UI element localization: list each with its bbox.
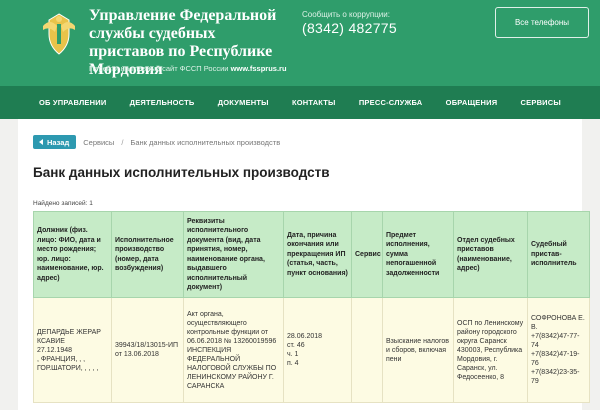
main-site-domain: www.fssprus.ru bbox=[230, 64, 287, 73]
breadcrumb-item-services[interactable]: Сервисы bbox=[83, 138, 114, 147]
nav-item-appeals[interactable]: ОБРАЩЕНИЯ bbox=[446, 98, 498, 107]
breadcrumb-separator: / bbox=[121, 137, 124, 147]
cell-end-date: 28.06.2018 ст. 46 ч. 1 п. 4 bbox=[283, 297, 352, 403]
nav-item-services[interactable]: СЕРВИСЫ bbox=[521, 98, 561, 107]
main-site-link[interactable]: Перейти на главный сайт ФССП России www.… bbox=[89, 64, 287, 73]
page-gutter-left bbox=[0, 119, 18, 410]
cell-document: Акт органа, осуществляющего контрольные … bbox=[183, 297, 284, 403]
breadcrumb-item-current: Банк данных исполнительных производств bbox=[130, 137, 281, 147]
column-header-end-date: Дата, причина окончания или прекращения … bbox=[283, 211, 352, 298]
column-header-bailiff: Судебный пристав-исполнитель bbox=[527, 211, 590, 298]
table-header-row: Должник (физ. лицо: ФИО, дата и место ро… bbox=[33, 211, 590, 298]
cell-subject: Взыскание налогов и сборов, включая пени bbox=[382, 297, 454, 403]
corruption-phone[interactable]: (8342) 482775 bbox=[302, 20, 397, 36]
nav-item-press[interactable]: ПРЕСС-СЛУЖБА bbox=[359, 98, 423, 107]
site-header: Управление Федеральной службы судебных п… bbox=[0, 0, 600, 86]
column-header-proceeding: Исполнительное производство (номер, дата… bbox=[111, 211, 184, 298]
corruption-label: Сообщить о коррупции: bbox=[302, 10, 390, 19]
column-header-subject: Предмет исполнения, сумма непогашенной з… bbox=[382, 211, 454, 298]
nav-item-contacts[interactable]: КОНТАКТЫ bbox=[292, 98, 336, 107]
fssp-emblem-icon[interactable] bbox=[40, 10, 78, 58]
table-row: ДЕПАРДЬЕ ЖЕРАР КСАВИЕ 27.12.1948 , ФРАНЦ… bbox=[33, 297, 590, 403]
cell-bailiff: СОФРОНОВА Е. В. +7(8342)47-77-74 +7(8342… bbox=[527, 297, 590, 403]
all-phones-button[interactable]: Все телефоны bbox=[495, 7, 589, 38]
column-header-document: Реквизиты исполнительного документа (вид… bbox=[183, 211, 284, 298]
main-site-link-text: Перейти на главный сайт ФССП России bbox=[89, 64, 229, 73]
back-arrow-icon bbox=[39, 139, 43, 145]
column-header-department: Отдел судебных приставов (наименование, … bbox=[453, 211, 528, 298]
page-title: Банк данных исполнительных производств bbox=[33, 165, 330, 180]
nav-item-about[interactable]: ОБ УПРАВЛЕНИИ bbox=[39, 98, 106, 107]
nav-item-activity[interactable]: ДЕЯТЕЛЬНОСТЬ bbox=[130, 98, 195, 107]
cell-debtor: ДЕПАРДЬЕ ЖЕРАР КСАВИЕ 27.12.1948 , ФРАНЦ… bbox=[33, 297, 112, 403]
column-header-service: Сервис bbox=[351, 211, 383, 298]
nav-item-documents[interactable]: ДОКУМЕНТЫ bbox=[218, 98, 269, 107]
main-nav: ОБ УПРАВЛЕНИИ ДЕЯТЕЛЬНОСТЬ ДОКУМЕНТЫ КОН… bbox=[0, 86, 600, 119]
cell-service[interactable] bbox=[351, 297, 383, 403]
back-button[interactable]: Назад bbox=[33, 135, 77, 149]
results-count: Найдено записей: 1 bbox=[33, 200, 93, 207]
column-header-debtor: Должник (физ. лицо: ФИО, дата и место ро… bbox=[33, 211, 112, 298]
cell-proceeding: 39943/18/13015-ИП от 13.06.2018 bbox=[111, 297, 184, 403]
back-button-label: Назад bbox=[47, 137, 70, 147]
breadcrumb: Назад Сервисы / Банк данных исполнительн… bbox=[33, 135, 280, 149]
cell-department: ОСП по Ленинскому району городского окру… bbox=[453, 297, 528, 403]
results-table: Должник (физ. лицо: ФИО, дата и место ро… bbox=[33, 211, 590, 403]
